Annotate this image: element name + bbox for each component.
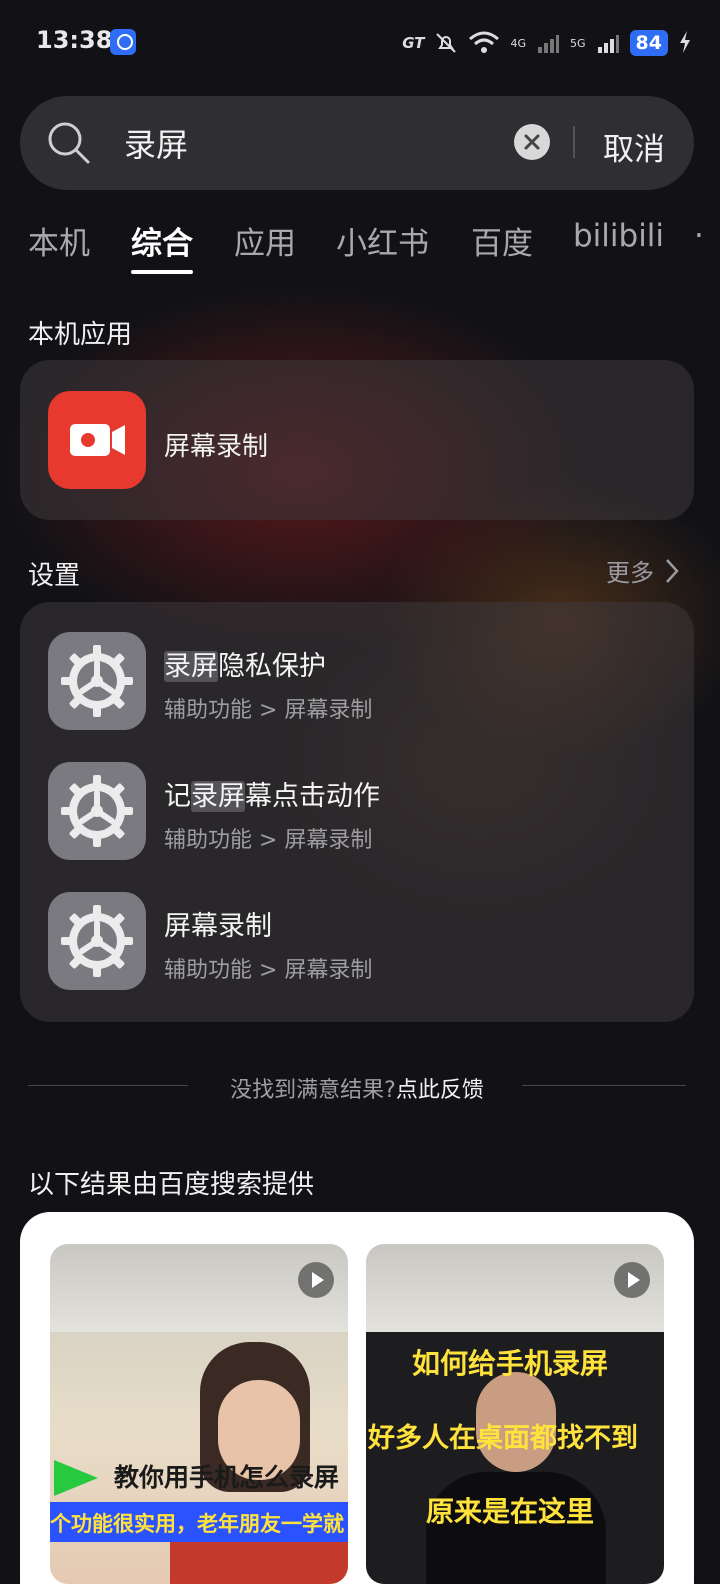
play-icon (614, 1262, 650, 1298)
setting-path: 辅助功能 > 屏幕录制 (164, 698, 373, 723)
video-thumbnail[interactable]: 教你用手机怎么录屏 个功能很实用，老年朋友一学就 (50, 1244, 348, 1584)
gear-icon (61, 645, 133, 717)
tab-next-partial[interactable]: · (694, 218, 720, 268)
battery-level: 84 (629, 30, 668, 56)
settings-gear-icon (48, 632, 146, 730)
status-time: 13:38 (36, 26, 113, 54)
signal-5g-label: 5G (570, 36, 586, 50)
settings-results: 录屏隐私保护 辅助功能 > 屏幕录制 记录屏幕点击动作 辅助功能 > 屏幕录制 … (20, 602, 694, 1022)
baidu-section-title: 以下结果由百度搜索提供 (28, 1170, 315, 1200)
screen-recorder-app-icon (48, 391, 146, 489)
search-divider (573, 126, 575, 158)
video-caption: 如何给手机录屏 (412, 1347, 609, 1380)
video-frame: 教你用手机怎么录屏 个功能很实用，老年朋友一学就 (50, 1332, 348, 1584)
tab-baidu[interactable]: 百度 (471, 218, 533, 263)
feedback-text: 没找到满意结果?点此反馈 (28, 1072, 686, 1104)
feedback-row: 没找到满意结果?点此反馈 (28, 1072, 686, 1104)
tab-all[interactable]: 综合 (131, 218, 193, 263)
play-icon (298, 1262, 334, 1298)
app-name: 屏幕录制 (164, 432, 269, 462)
settings-gear-icon (48, 762, 146, 860)
more-label: 更多 (606, 559, 654, 587)
feedback-link[interactable]: 点此反馈 (396, 1078, 484, 1103)
settings-item[interactable]: 记录屏幕点击动作 辅助功能 > 屏幕录制 (20, 762, 694, 892)
active-tab-indicator (131, 270, 193, 274)
signal-5g-icon (597, 35, 619, 53)
mute-bell-icon (436, 33, 457, 53)
status-bar: 13:38 GT 4G 5G 84 (0, 0, 720, 84)
settings-item[interactable]: 屏幕录制 辅助功能 > 屏幕录制 (20, 892, 694, 1022)
charging-icon (680, 31, 690, 53)
settings-item[interactable]: 录屏隐私保护 辅助功能 > 屏幕录制 (20, 632, 694, 762)
status-icons: GT 4G 5G 84 (402, 28, 668, 58)
video-caption: 个功能很实用，老年朋友一学就 (50, 1512, 344, 1536)
cancel-button[interactable]: 取消 (603, 124, 665, 169)
setting-title: 屏幕录制 (164, 911, 272, 942)
setting-path: 辅助功能 > 屏幕录制 (164, 958, 373, 983)
gear-icon (61, 905, 133, 977)
video-caption: 好多人在桌面都找不到 (368, 1423, 638, 1454)
search-input[interactable] (124, 124, 504, 162)
arrow-icon (54, 1460, 98, 1496)
video-caption: 原来是在这里 (426, 1495, 595, 1528)
chevron-right-icon (666, 558, 679, 583)
signal-4g-icon (538, 35, 560, 53)
setting-path: 辅助功能 > 屏幕录制 (164, 828, 373, 853)
local-app-result[interactable]: 屏幕录制 (20, 360, 694, 520)
shirt (170, 1542, 348, 1584)
close-icon (524, 134, 540, 150)
setting-title: 录屏隐私保护 (164, 651, 326, 682)
gt-logo: GT (402, 34, 425, 52)
notification-app-icon (110, 29, 136, 55)
settings-more-link[interactable]: 更多 (606, 553, 680, 588)
tab-local[interactable]: 本机 (28, 218, 90, 263)
video-frame: 如何给手机录屏 好多人在桌面都找不到 原来是在这里 (366, 1332, 664, 1584)
wifi-icon (469, 31, 500, 53)
setting-title: 记录屏幕点击动作 (164, 781, 380, 812)
settings-title: 设置 (28, 561, 81, 591)
local-apps-title: 本机应用 (28, 320, 133, 350)
gear-icon (61, 775, 133, 847)
tab-xiaohongshu[interactable]: 小红书 (336, 218, 429, 263)
tab-bilibili[interactable]: bilibili (573, 218, 664, 254)
tab-apps[interactable]: 应用 (234, 218, 296, 263)
search-tabs: 本机 综合 应用 小红书 百度 bilibili · (0, 218, 720, 278)
video-caption: 教你用手机怎么录屏 (114, 1463, 340, 1492)
feedback-question: 没找到满意结果? (230, 1078, 396, 1103)
search-icon (48, 122, 90, 164)
search-bar[interactable]: 取消 (20, 96, 694, 190)
settings-gear-icon (48, 892, 146, 990)
signal-4g-label: 4G (510, 36, 527, 50)
video-camera-icon (70, 424, 125, 456)
baidu-results-card: 教你用手机怎么录屏 个功能很实用，老年朋友一学就 如何给手机录屏 好多人在桌面都… (20, 1212, 694, 1584)
clear-search-button[interactable] (514, 124, 550, 160)
video-thumbnail[interactable]: 如何给手机录屏 好多人在桌面都找不到 原来是在这里 (366, 1244, 664, 1584)
